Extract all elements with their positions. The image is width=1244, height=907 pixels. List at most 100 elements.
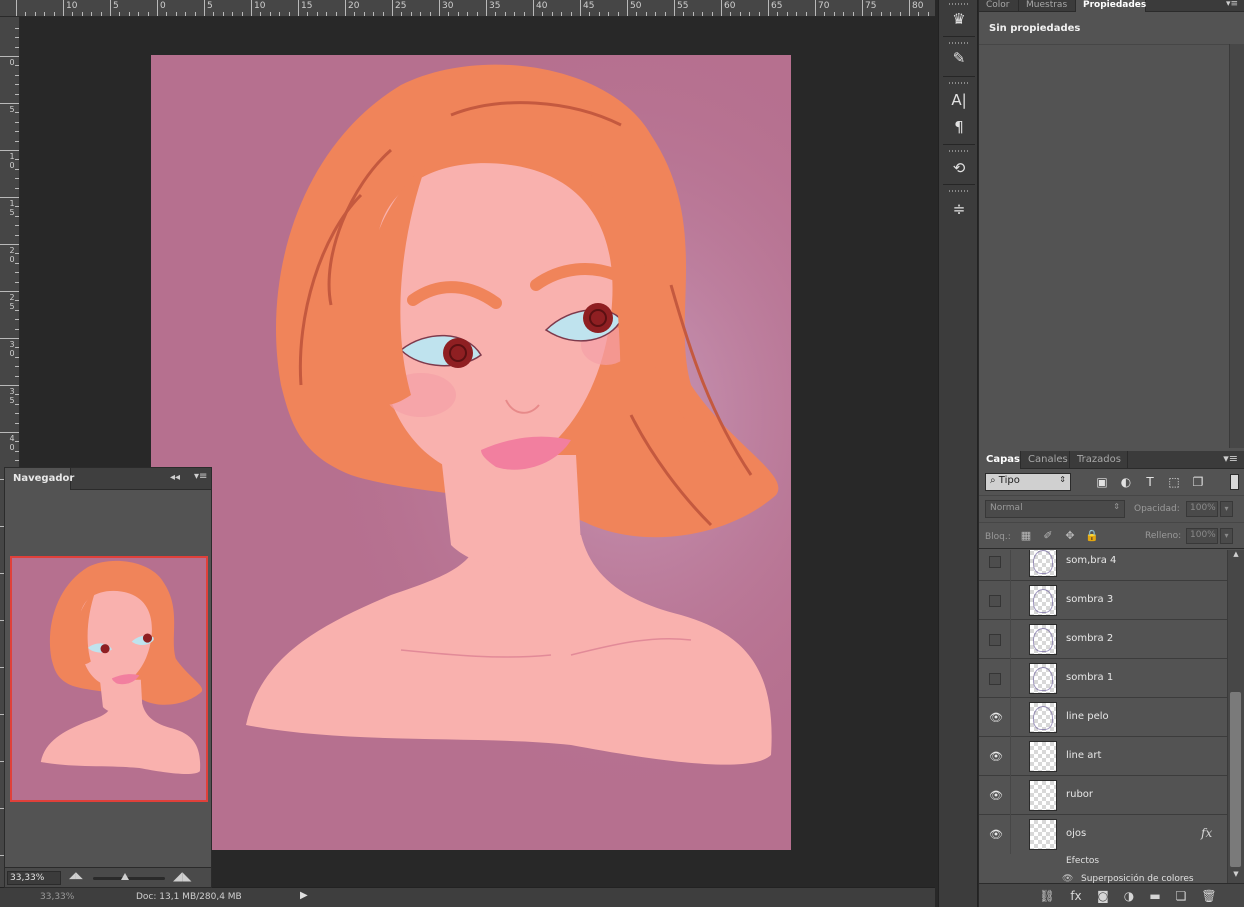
character-icon[interactable]: A| bbox=[947, 89, 971, 111]
panel-group-grip[interactable] bbox=[949, 150, 969, 152]
image-filter-icon[interactable]: ▣ bbox=[1094, 474, 1110, 490]
effect-eye-icon[interactable]: 👁 bbox=[1062, 874, 1073, 883]
panel-menu-icon[interactable]: ▾≡ bbox=[1226, 0, 1238, 9]
layer-thumbnail[interactable] bbox=[1029, 702, 1057, 733]
layer-row[interactable]: sombra 3 bbox=[979, 581, 1227, 620]
tab-trazados[interactable]: Trazados bbox=[1070, 451, 1128, 469]
layer-name[interactable]: sombra 2 bbox=[1066, 633, 1113, 644]
ruler-tick bbox=[504, 12, 506, 16]
ruler-tick bbox=[15, 281, 19, 283]
tab-propiedades[interactable]: Propiedades bbox=[1076, 0, 1146, 12]
fill-input[interactable]: 100% bbox=[1186, 528, 1218, 544]
layer-style-icon[interactable]: fx bbox=[1068, 888, 1084, 904]
horizontal-ruler[interactable]: 10 5 0 5 10 15 20 25 30 35 40 45 50 55 60 65 70 75 80 bbox=[0, 0, 935, 17]
layer-thumbnail[interactable] bbox=[1029, 741, 1057, 772]
fx-icon[interactable]: fx bbox=[1201, 826, 1212, 840]
zoom-input[interactable]: 33,33% bbox=[7, 871, 61, 885]
lock-pixels-icon[interactable]: ✐ bbox=[1041, 529, 1055, 543]
new-layer-icon[interactable]: ❏ bbox=[1173, 888, 1189, 904]
delete-layer-icon[interactable]: 🗑 bbox=[1201, 888, 1217, 904]
smart-object-filter-icon[interactable]: ❐ bbox=[1190, 474, 1206, 490]
layer-thumbnail[interactable] bbox=[1029, 624, 1057, 655]
layer-name[interactable]: som,bra 4 bbox=[1066, 555, 1116, 566]
adjustments-icon[interactable]: ≑ bbox=[947, 198, 971, 220]
eye-icon[interactable]: 👁 bbox=[989, 751, 1003, 763]
layer-row[interactable]: 👁 line pelo bbox=[979, 698, 1227, 737]
filter-kind-select[interactable]: ⌕ Tipo ⇕ bbox=[985, 473, 1071, 491]
eye-icon[interactable]: 👁 bbox=[989, 712, 1003, 724]
layer-list[interactable]: som,bra 4 sombra 3 sombra 2 sombra 1 👁 line p… bbox=[979, 550, 1227, 883]
tab-canales[interactable]: Canales bbox=[1021, 451, 1070, 469]
effect-color-overlay[interactable]: Superposición de colores bbox=[1081, 874, 1194, 883]
navigator-header[interactable]: Navegador ◂◂ ▾≡ bbox=[5, 468, 211, 490]
scroll-up-icon[interactable]: ▲ bbox=[1231, 550, 1241, 560]
type-filter-icon[interactable]: T bbox=[1142, 474, 1158, 490]
tab-color[interactable]: Color bbox=[979, 0, 1019, 12]
eye-icon[interactable]: 👁 bbox=[989, 790, 1003, 802]
status-zoom[interactable]: 33,33% bbox=[40, 892, 74, 902]
new-group-icon[interactable]: ▬ bbox=[1147, 888, 1163, 904]
opacity-dropdown-icon[interactable]: ▾ bbox=[1220, 501, 1233, 517]
layer-name[interactable]: sombra 1 bbox=[1066, 672, 1113, 683]
collapse-icon[interactable]: ◂◂ bbox=[170, 472, 180, 483]
zoom-slider[interactable] bbox=[93, 873, 165, 880]
layer-thumbnail[interactable] bbox=[1029, 819, 1057, 850]
panel-menu-icon[interactable]: ▾≡ bbox=[1223, 452, 1238, 465]
layer-row[interactable]: sombra 1 bbox=[979, 659, 1227, 698]
panel-menu-icon[interactable]: ▾≡ bbox=[194, 471, 207, 482]
zoom-slider-handle[interactable] bbox=[121, 873, 129, 880]
tab-capas[interactable]: Capas bbox=[979, 451, 1021, 469]
new-fill-layer-icon[interactable]: ◑ bbox=[1121, 888, 1137, 904]
layer-name[interactable]: rubor bbox=[1066, 789, 1093, 800]
properties-scrollbar[interactable] bbox=[1229, 44, 1244, 448]
layer-name[interactable]: line pelo bbox=[1066, 711, 1109, 722]
layer-row[interactable]: 👁 rubor bbox=[979, 776, 1227, 815]
visibility-toggle[interactable] bbox=[989, 595, 1001, 607]
tab-muestras[interactable]: Muestras bbox=[1019, 0, 1076, 12]
layer-row[interactable]: 👁 ojos fx Efectos 👁 Superposición de colores bbox=[979, 815, 1227, 883]
filter-toggle-switch[interactable] bbox=[1230, 474, 1239, 490]
tab-navigator[interactable]: Navegador bbox=[5, 468, 74, 490]
navigator-preview[interactable] bbox=[10, 556, 208, 802]
zoom-out-icon[interactable]: ◢◣ bbox=[69, 871, 83, 881]
panel-group-grip[interactable] bbox=[949, 42, 969, 44]
lock-position-icon[interactable]: ✥ bbox=[1063, 529, 1077, 543]
panel-group-grip[interactable] bbox=[949, 82, 969, 84]
layer-thumbnail[interactable] bbox=[1029, 550, 1057, 577]
eye-icon[interactable]: 👁 bbox=[989, 829, 1003, 841]
paragraph-icon[interactable]: ¶ bbox=[947, 116, 971, 138]
lock-transparent-icon[interactable]: ▦ bbox=[1019, 529, 1033, 543]
panel-group-grip[interactable] bbox=[949, 190, 969, 192]
lock-all-icon[interactable]: 🔒 bbox=[1085, 529, 1099, 543]
brush-presets-icon[interactable]: ♛ bbox=[947, 8, 971, 30]
panel-group-grip[interactable] bbox=[949, 3, 969, 5]
layers-scrollbar[interactable]: ▲ ▼ bbox=[1227, 550, 1244, 883]
document-canvas[interactable] bbox=[151, 55, 791, 850]
status-menu-arrow-icon[interactable]: ▶ bbox=[300, 890, 308, 901]
visibility-toggle[interactable] bbox=[989, 556, 1001, 568]
layer-name[interactable]: sombra 3 bbox=[1066, 594, 1113, 605]
visibility-toggle[interactable] bbox=[989, 634, 1001, 646]
layer-thumbnail[interactable] bbox=[1029, 780, 1057, 811]
layer-row[interactable]: som,bra 4 bbox=[979, 550, 1227, 581]
layer-name[interactable]: ojos bbox=[1066, 828, 1086, 839]
layer-thumbnail[interactable] bbox=[1029, 663, 1057, 694]
layer-row[interactable]: 👁 line art bbox=[979, 737, 1227, 776]
history-icon[interactable]: ⟲ bbox=[947, 157, 971, 179]
scroll-thumb[interactable] bbox=[1230, 692, 1241, 867]
layer-thumbnail[interactable] bbox=[1029, 585, 1057, 616]
link-layers-icon[interactable]: ⛓ bbox=[1039, 888, 1055, 904]
scroll-down-icon[interactable]: ▼ bbox=[1231, 870, 1241, 880]
layer-row[interactable]: sombra 2 bbox=[979, 620, 1227, 659]
shape-filter-icon[interactable]: ⬚ bbox=[1166, 474, 1182, 490]
opacity-input[interactable]: 100% bbox=[1186, 501, 1218, 517]
blend-mode-select[interactable]: Normal ⇕ bbox=[985, 500, 1125, 518]
fill-dropdown-icon[interactable]: ▾ bbox=[1220, 528, 1233, 544]
zoom-in-icon[interactable]: ◢◣ bbox=[173, 869, 191, 883]
visibility-toggle[interactable] bbox=[989, 673, 1001, 685]
layer-name[interactable]: line art bbox=[1066, 750, 1101, 761]
add-mask-icon[interactable]: ◙ bbox=[1095, 888, 1111, 904]
brush-panel-icon[interactable]: ✎ bbox=[947, 47, 971, 69]
ruler-tick bbox=[561, 12, 563, 16]
adjustment-filter-icon[interactable]: ◐ bbox=[1118, 474, 1134, 490]
